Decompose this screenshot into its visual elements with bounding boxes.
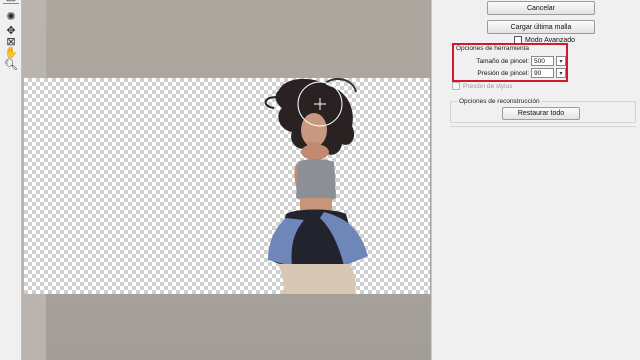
divider — [450, 126, 636, 127]
tool-strip: ▭ ✺ ✥ ⊠ ✋ 🔍︎ — [0, 0, 22, 360]
brush-size-label: Tamaño de pincel: — [476, 57, 529, 65]
options-panel: Cancelar Cargar última malla Modo Avanza… — [431, 0, 640, 360]
stylus-pressure-label: Presión de stylus — [463, 82, 513, 90]
restore-all-button[interactable]: Restaurar todo — [502, 107, 580, 120]
liquify-window: ▭ ✺ ✥ ⊠ ✋ 🔍︎ — [0, 0, 640, 360]
zoom-icon[interactable]: 🔍︎ — [3, 57, 19, 71]
preview-image[interactable] — [24, 78, 430, 294]
brush-pressure-dropdown-icon[interactable]: ▾ — [556, 68, 566, 78]
tool-options-title: Opciones de herramienta — [456, 45, 529, 52]
stylus-pressure-checkbox — [452, 82, 460, 90]
brush-pressure-label: Presión de pincel: — [477, 69, 529, 77]
brush-pressure-input[interactable]: 90 — [531, 68, 554, 78]
brush-size-dropdown-icon[interactable]: ▾ — [556, 56, 566, 66]
model-photo — [264, 78, 368, 294]
reconstruction-title: Opciones de reconstrucción — [457, 98, 542, 105]
reconstruct-icon[interactable]: ▭ — [3, 0, 19, 4]
brush-size-row: Tamaño de pincel: 500 ▾ — [456, 55, 566, 67]
pucker-icon[interactable]: ✺ — [3, 9, 19, 23]
load-last-mesh-button[interactable]: Cargar última malla — [487, 20, 595, 34]
stylus-pressure-option: Presión de stylus — [452, 82, 513, 90]
canvas-area[interactable] — [22, 0, 430, 360]
cancel-button[interactable]: Cancelar — [487, 1, 595, 15]
brush-size-input[interactable]: 500 — [531, 56, 554, 66]
brush-pressure-row: Presión de pincel: 90 ▾ — [456, 67, 566, 79]
